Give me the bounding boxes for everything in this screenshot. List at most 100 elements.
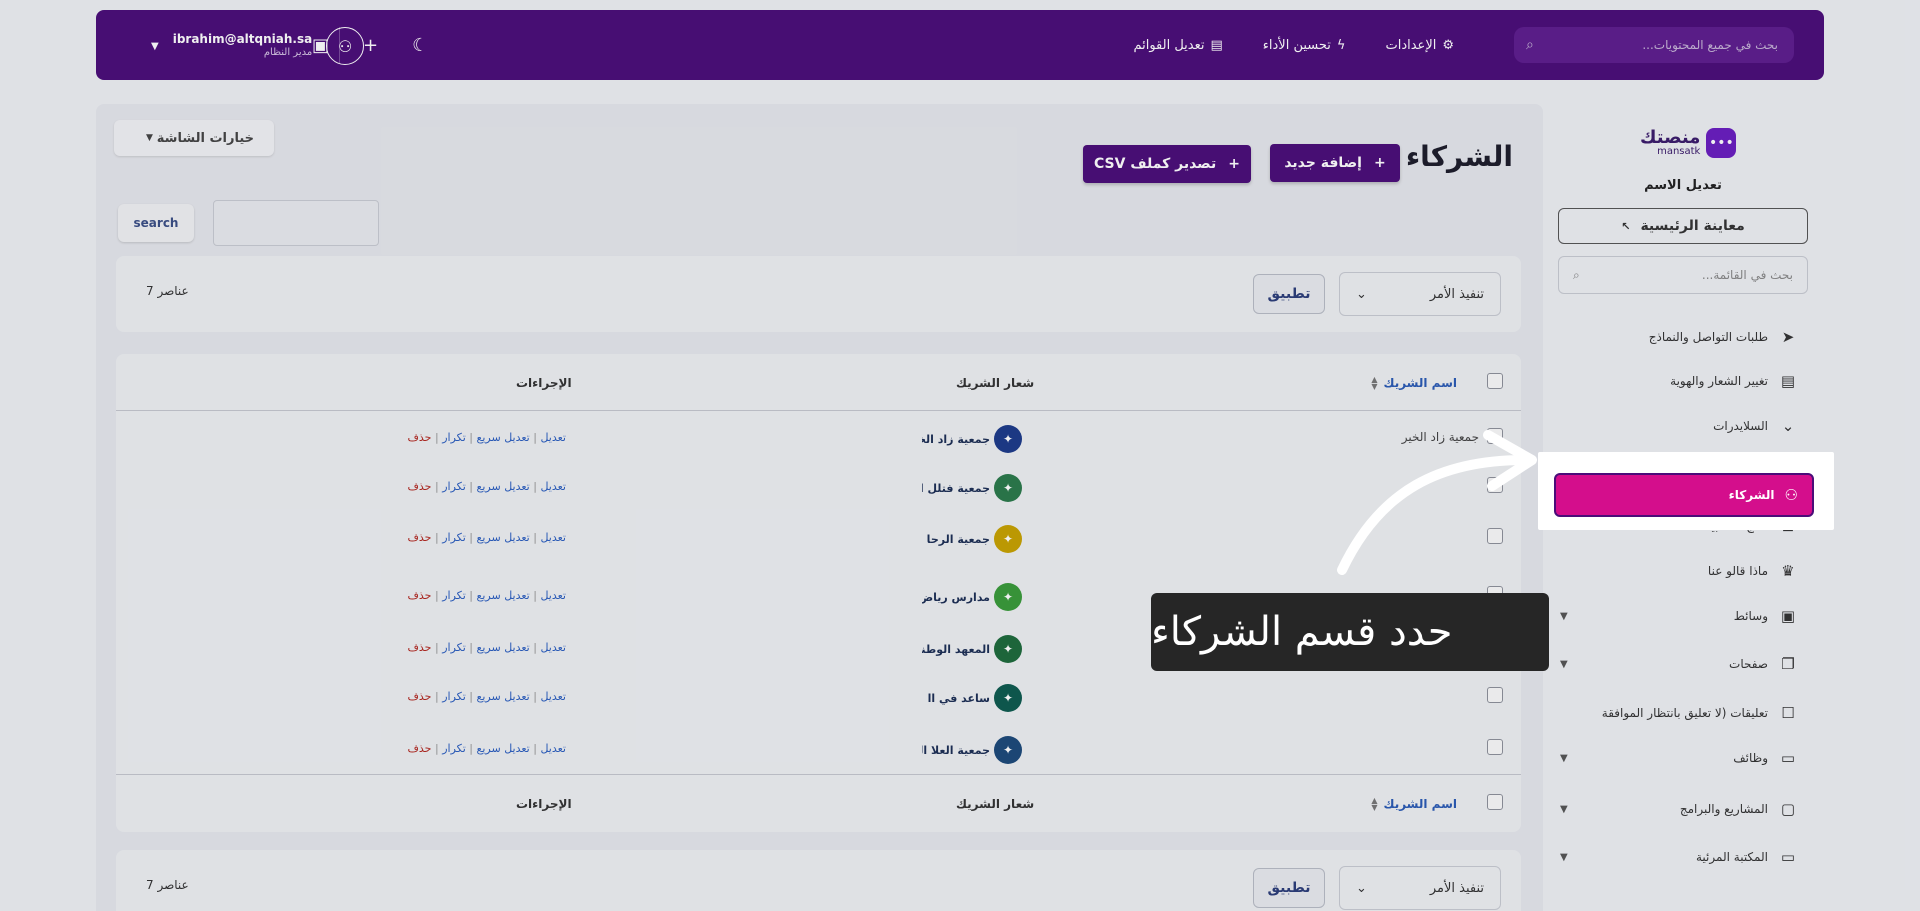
moon-icon[interactable]: ☾ [412, 35, 428, 56]
partner-logo-text: جمعية الرحا الخيري [922, 532, 990, 546]
row-actions: تعديل | تعديل سريع | تكرار | حذف [407, 531, 567, 544]
row-actions: تعديل | تعديل سريع | تكرار | حذف [407, 480, 567, 493]
user-info: ibrahim@altqniah.sa مدير النظام [173, 32, 313, 60]
sidebar-item-label: ماذا قالو عنا [1707, 564, 1768, 578]
top-nav: ⚙ الإعدادات ϟ تحسين الأداء ▤ تعديل القوائم [1133, 10, 1454, 80]
sidebar-item-partners-highlighted[interactable]: ⚇ الشركاء [1554, 473, 1814, 517]
search-button[interactable]: search [118, 204, 194, 242]
partner-logo-mark: ✦ [994, 525, 1022, 553]
caret-down-icon: ▼ [146, 133, 153, 143]
quick-edit-link[interactable]: تعديل سريع [477, 431, 530, 444]
edit-name-link[interactable]: تعديل الاسم [1558, 178, 1808, 193]
quick-edit-link[interactable]: تعديل سريع [477, 589, 530, 602]
table-row: جمعية العلا الخيرية ✦ تعديل | تعديل سريع |… [116, 727, 1521, 777]
crown-icon: ♛ [1781, 562, 1795, 580]
sidebar-item[interactable]: ❐ صفحات ▼ [1558, 655, 1798, 673]
top-bar: بحث في جميع المحتويات... ⌕ ⚙ الإعدادات ϟت… [96, 10, 1824, 80]
quick-edit-link[interactable]: تعديل سريع [477, 531, 530, 544]
duplicate-link[interactable]: تكرار [442, 641, 466, 654]
row-actions: تعديل | تعديل سريع | تكرار | حذف [407, 742, 567, 755]
quick-edit-link[interactable]: تعديل سريع [477, 641, 530, 654]
sort-icon: ▲ ▼ [1371, 375, 1378, 391]
pages-icon: ❐ [1781, 655, 1795, 673]
delete-link[interactable]: حذف [408, 690, 432, 703]
partner-logo-mark: ✦ [994, 425, 1022, 453]
apply-button[interactable]: تطبيق [1253, 274, 1325, 314]
table-footer: ▲ ▼ اسم الشريك شعار الشريك الإجراءات [116, 774, 1521, 832]
page-title: الشركاء [1405, 140, 1513, 173]
delete-link[interactable]: حذف [408, 589, 432, 602]
row-checkbox[interactable] [1487, 687, 1503, 703]
column-logo: شعار الشريك [956, 376, 1035, 390]
delete-link[interactable]: حذف [408, 480, 432, 493]
partner-logo-text: مدارس رياض الأطفال [922, 590, 990, 604]
duplicate-link[interactable]: تكرار [442, 690, 466, 703]
preview-home-button[interactable]: معاينة الرئيسية ↖ [1558, 208, 1808, 244]
bulk-action-select[interactable]: ⌄ تنفيذ الأمر [1339, 866, 1501, 910]
delete-link[interactable]: حذف [408, 531, 432, 544]
edit-link[interactable]: تعديل [540, 742, 566, 755]
sidebar-item[interactable]: ⌄ السلايدرات [1558, 417, 1798, 435]
logo[interactable]: منصتك mansatk ••• [1640, 128, 1737, 158]
quick-edit-link[interactable]: تعديل سريع [477, 742, 530, 755]
sidebar-item[interactable]: ☐ تعليقات (لا تعليق بانتظار الموافقة [1558, 704, 1798, 722]
duplicate-link[interactable]: تكرار [442, 531, 466, 544]
apply-button[interactable]: تطبيق [1253, 868, 1325, 908]
quick-edit-link[interactable]: تعديل سريع [477, 690, 530, 703]
sidebar-item[interactable]: ▤ تغيير الشعار والهوية [1558, 372, 1798, 390]
nav-performance[interactable]: ϟ تحسين الأداء [1263, 38, 1346, 53]
edit-link[interactable]: تعديل [540, 690, 566, 703]
select-all-checkbox[interactable] [1487, 794, 1503, 810]
nav-edit-menus[interactable]: ▤ تعديل القوائم [1133, 38, 1222, 53]
table-row: جمعية فتلل الرياض ✦ تعديل | تعديل سريع | ت… [116, 465, 1521, 515]
global-search-input[interactable]: بحث في جميع المحتويات... ⌕ [1514, 27, 1794, 63]
add-new-button[interactable]: + إضافة جديد [1270, 144, 1400, 182]
duplicate-link[interactable]: تكرار [442, 742, 466, 755]
sidebar-item[interactable]: ♛ ماذا قالو عنا [1558, 562, 1798, 580]
select-all-checkbox[interactable] [1487, 373, 1503, 389]
tutorial-callout: حدد قسم الشركاء [1151, 593, 1549, 671]
user-menu[interactable]: ▼ ibrahim@altqniah.sa مدير النظام ⚇ [151, 27, 365, 65]
edit-link[interactable]: تعديل [540, 431, 566, 444]
sidebar-item-label: وظائف [1733, 751, 1768, 765]
duplicate-link[interactable]: تكرار [442, 431, 466, 444]
edit-link[interactable]: تعديل [540, 641, 566, 654]
search-input[interactable] [213, 200, 379, 246]
sidebar-item-label: المشاريع والبرامج [1679, 802, 1768, 816]
edit-link[interactable]: تعديل [540, 589, 566, 602]
send-icon: ➤ [1781, 328, 1795, 346]
image-icon: ▣ [1780, 607, 1796, 625]
screen-options-button[interactable]: ▼ خيارات الشاشة [114, 120, 274, 156]
search-icon: ⌕ [1573, 267, 1580, 282]
partner-logo-mark: ✦ [994, 684, 1022, 712]
avatar[interactable]: ⚇ [326, 27, 365, 65]
edit-link[interactable]: تعديل [540, 531, 566, 544]
partner-logo-text: جمعية فتلل الرياض [922, 481, 990, 495]
bulk-action-select[interactable]: ⌄ تنفيذ الأمر [1339, 272, 1501, 316]
column-name[interactable]: ▲ ▼ اسم الشريك [1371, 797, 1457, 812]
sidebar-item[interactable]: ➤ طلبات التواصل والنماذج [1558, 328, 1798, 346]
plus-icon[interactable]: + [363, 35, 378, 56]
user-role: مدير النظام [263, 47, 313, 58]
gear-icon: ⚙ [1442, 37, 1454, 53]
menu-search-input[interactable]: بحث في القائمة... ⌕ [1558, 256, 1808, 294]
sidebar-item[interactable]: ▭ المكتبة المرئية ▼ [1558, 848, 1798, 866]
row-checkbox[interactable] [1487, 739, 1503, 755]
table-header: ▲ ▼ اسم الشريك شعار الشريك الإجراءات [116, 354, 1521, 411]
delete-link[interactable]: حذف [408, 431, 432, 444]
sidebar-item[interactable]: ▭ وظائف ▼ [1558, 749, 1798, 767]
table-row: جمعية زاد الخيرجمعية زاد الخير ✦ تعديل | ت… [116, 416, 1521, 466]
export-csv-button[interactable]: + تصدير كملف CSV [1083, 145, 1251, 183]
edit-link[interactable]: تعديل [540, 480, 566, 493]
column-name[interactable]: ▲ ▼ اسم الشريك [1371, 375, 1457, 391]
quick-edit-link[interactable]: تعديل سريع [477, 480, 530, 493]
duplicate-link[interactable]: تكرار [442, 589, 466, 602]
delete-link[interactable]: حذف [408, 641, 432, 654]
sidebar-item[interactable]: ▣ وسائط ▼ [1558, 607, 1798, 625]
nav-settings[interactable]: ⚙ الإعدادات [1385, 38, 1454, 53]
delete-link[interactable]: حذف [408, 742, 432, 755]
sidebar-item[interactable]: ▢ المشاريع والبرامج ▼ [1558, 800, 1798, 818]
duplicate-link[interactable]: تكرار [442, 480, 466, 493]
partner-logo: جمعية الرحا الخيري ✦ [922, 522, 1022, 556]
sidebar-item-label: طلبات التواصل والنماذج [1648, 330, 1768, 344]
